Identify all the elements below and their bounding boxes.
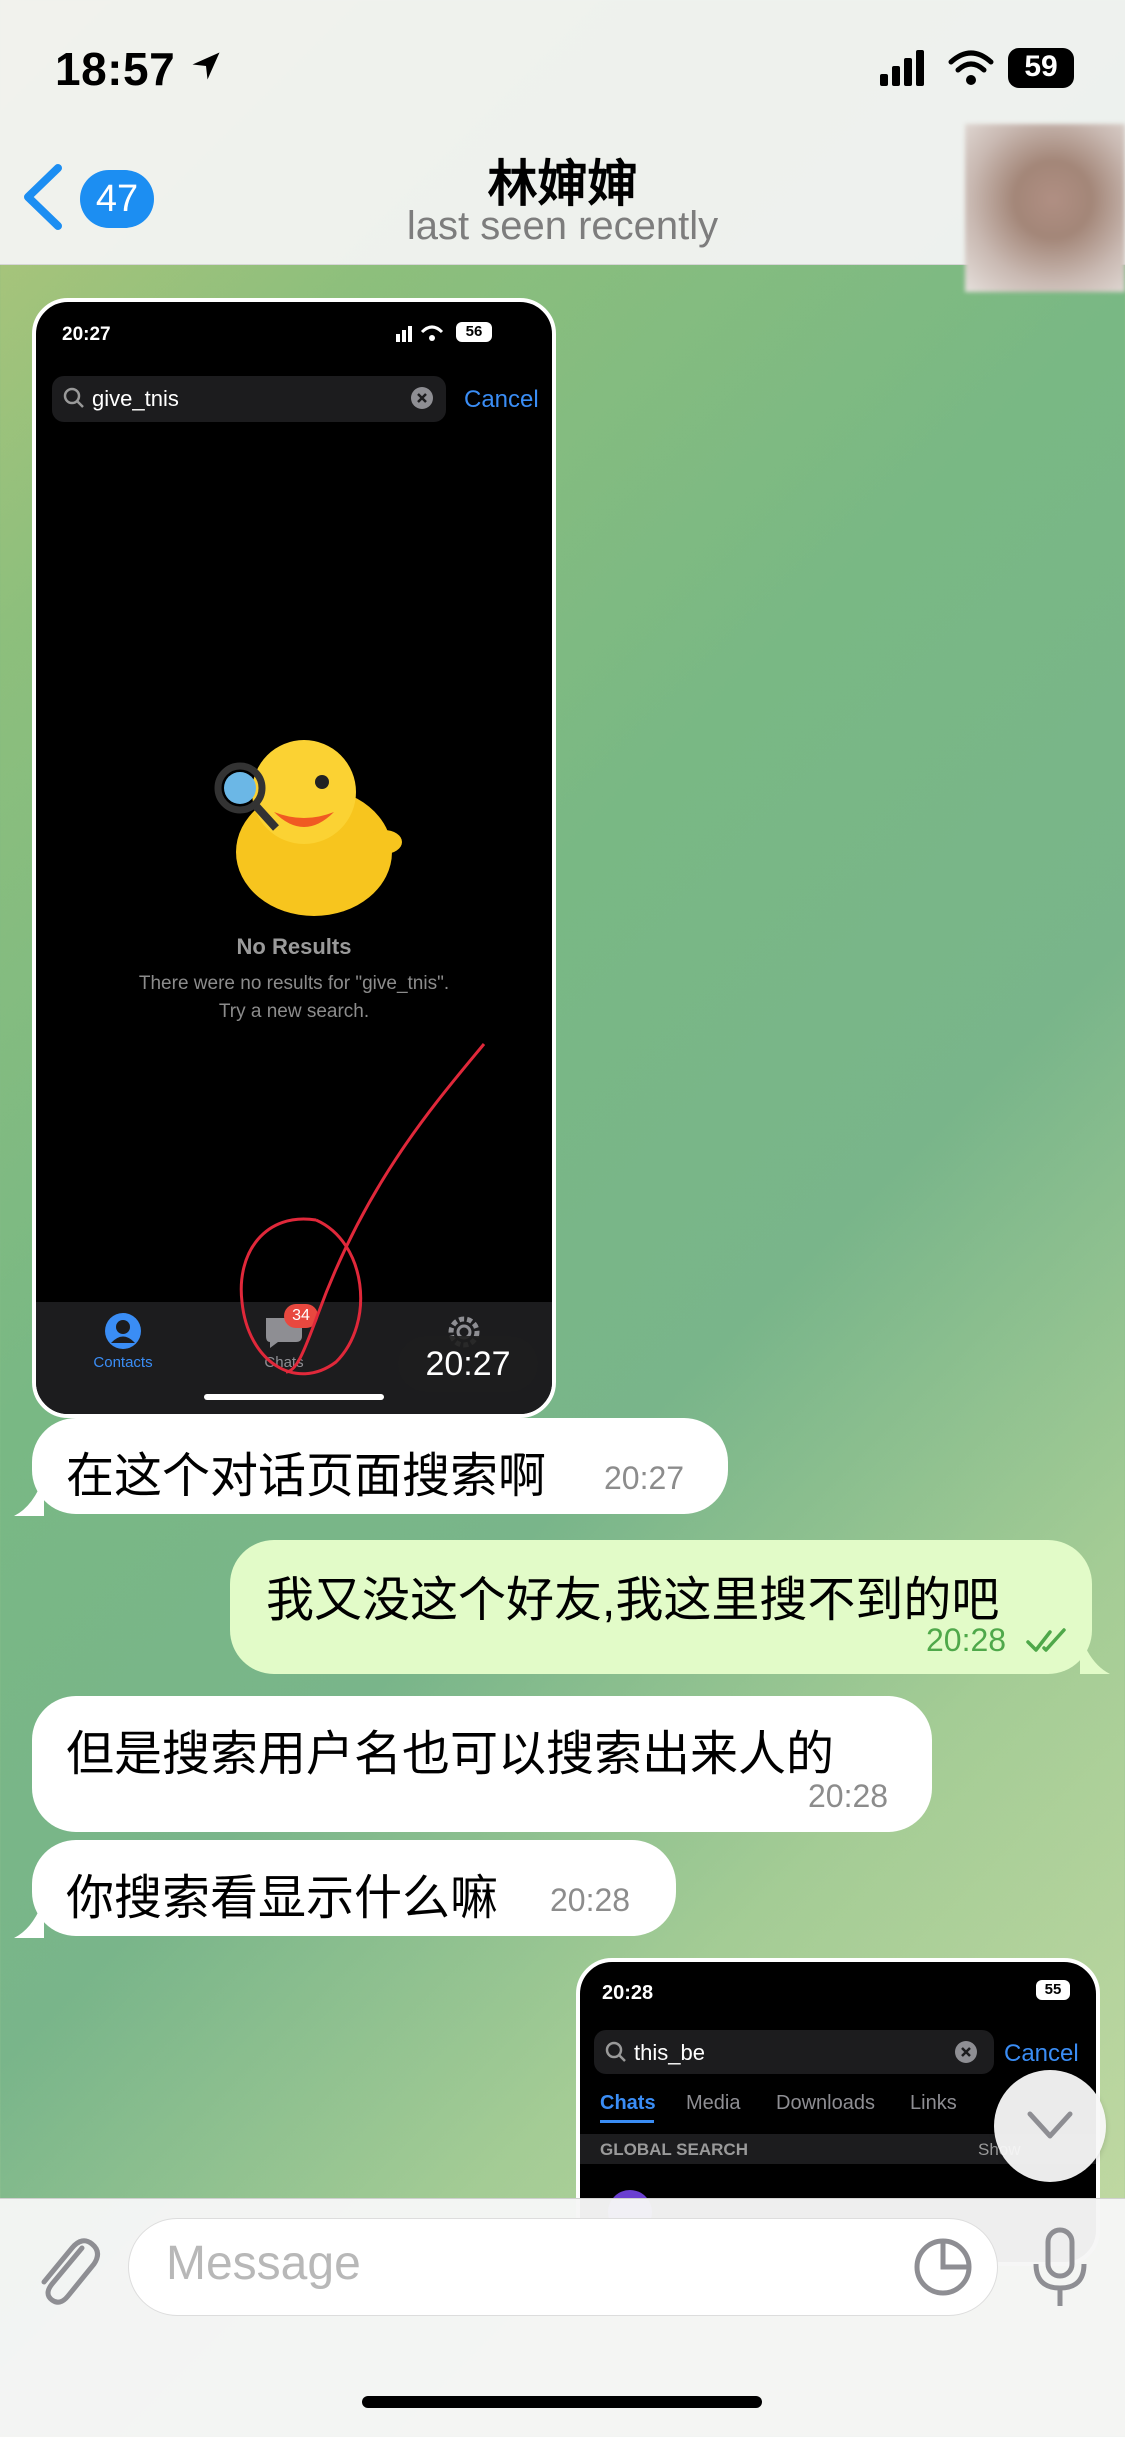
contact-avatar[interactable]: [965, 124, 1125, 292]
home-indicator: [362, 2396, 762, 2408]
bubble-tail: [14, 1476, 44, 1516]
shot-status-time: 20:28: [602, 1982, 654, 2004]
shot-search-query: this_be: [634, 2040, 705, 2065]
global-search-label: GLOBAL SEARCH: [600, 2140, 748, 2159]
sticker-icon[interactable]: [912, 2236, 974, 2298]
message-placeholder: Message: [166, 2237, 361, 2290]
active-tab-indicator: [600, 2120, 654, 2123]
incoming-message-bubble[interactable]: 在这个对话页面搜索啊 20:27: [32, 1418, 728, 1514]
bubble-tail: [14, 1898, 44, 1938]
bubble-tail: [1080, 1634, 1110, 1674]
wifi-icon: [948, 50, 994, 85]
shot-tab-downloads: Downloads: [776, 2092, 875, 2114]
shot-tab-links: Links: [910, 2092, 957, 2114]
microphone-icon[interactable]: [1030, 2226, 1090, 2310]
message-time: 20:28: [808, 1778, 889, 1814]
message-time: 20:27: [604, 1460, 685, 1496]
shot-tab-chats: Chats: [600, 2092, 656, 2114]
image-message[interactable]: 20:27 56 give_tnis Cancel No Results The…: [32, 298, 556, 1418]
attach-paperclip-icon[interactable]: [30, 2226, 102, 2306]
message-time: 20:28: [926, 1622, 1007, 1658]
battery-level: 59: [1024, 50, 1058, 83]
status-time: 18:57: [55, 43, 176, 95]
scroll-down-button[interactable]: [994, 2070, 1106, 2182]
search-icon: [605, 2041, 626, 2062]
red-annotation-drawing: [239, 1043, 486, 1376]
location-arrow-icon: [192, 52, 220, 80]
shot-tab-media: Media: [686, 2092, 741, 2114]
message-text: 在这个对话页面搜索啊: [66, 1450, 547, 1503]
message-text: 你搜索看显示什么嘛: [66, 1872, 499, 1925]
message-time: 20:28: [550, 1882, 631, 1918]
message-text: 但是搜索用户名也可以搜索出来人的: [66, 1728, 835, 1781]
message-text: 我又没这个好友,我这里搜不到的吧: [266, 1574, 1000, 1627]
cellular-signal-icon: [880, 50, 924, 86]
incoming-message-bubble[interactable]: 但是搜索用户名也可以搜索出来人的 20:28: [32, 1696, 932, 1832]
incoming-message-bubble[interactable]: 你搜索看显示什么嘛 20:28: [32, 1840, 676, 1936]
shot-battery: 55: [1036, 1980, 1070, 2000]
outgoing-message-bubble[interactable]: 我又没这个好友,我这里搜不到的吧 20:28: [230, 1540, 1092, 1674]
read-checkmarks-icon: [1026, 1628, 1066, 1652]
battery-icon: 59: [1008, 48, 1074, 88]
clear-icon: [955, 2041, 977, 2063]
shot-cancel: Cancel: [1004, 2040, 1079, 2067]
chevron-down-icon: [1027, 2111, 1073, 2139]
chat-subtitle: last seen recently: [406, 204, 719, 248]
